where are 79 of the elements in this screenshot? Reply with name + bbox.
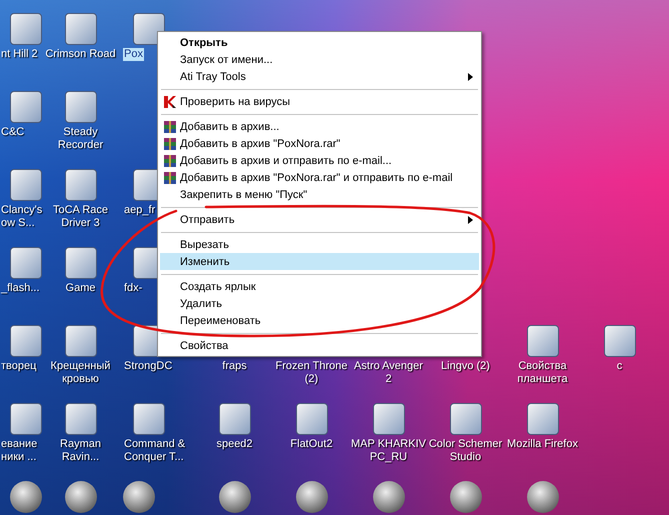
icon-label[interactable]: Frozen Throne (2)	[273, 360, 350, 386]
app-icon[interactable]	[604, 325, 636, 357]
app-icon[interactable]	[372, 403, 404, 435]
round-emblem-icon[interactable]	[372, 481, 404, 513]
app-icon[interactable]	[10, 325, 42, 357]
icon-label[interactable]: StrongDC	[123, 360, 174, 373]
icon-label[interactable]: C&C	[0, 126, 26, 139]
menu-item[interactable]: Добавить в архив...	[160, 118, 479, 135]
app-icon[interactable]	[64, 403, 96, 435]
app-icon[interactable]	[10, 403, 42, 435]
app-icon[interactable]	[64, 325, 96, 357]
submenu-arrow-icon	[468, 72, 473, 80]
app-icon[interactable]	[296, 403, 328, 435]
icon-label[interactable]: ToCA Race Driver 3	[42, 204, 119, 230]
menu-item[interactable]: Переименовать	[160, 312, 479, 329]
app-icon[interactable]	[64, 247, 96, 279]
icon-label[interactable]: Command & Conquer T...	[123, 438, 196, 464]
menu-item[interactable]: Отправить	[160, 211, 479, 228]
icon-label[interactable]: Крещенный кровью	[42, 360, 119, 386]
app-icon[interactable]	[450, 403, 482, 435]
icon-label[interactable]: nt Hill 2	[0, 48, 39, 61]
submenu-arrow-icon	[468, 216, 473, 224]
icon-label[interactable]: speed2	[215, 438, 254, 451]
menu-item[interactable]: Проверить на вирусы	[160, 93, 479, 110]
menu-item[interactable]: Ati Tray Tools	[160, 68, 479, 85]
round-emblem-icon[interactable]	[123, 481, 155, 513]
icon-label[interactable]: творец	[0, 360, 38, 373]
app-icon[interactable]	[10, 13, 42, 45]
icon-label[interactable]: fraps	[221, 360, 248, 373]
app-icon[interactable]	[64, 13, 96, 45]
app-icon[interactable]	[526, 403, 558, 435]
book-stack-icon	[163, 154, 177, 168]
icon-label[interactable]: Crimson Road	[44, 48, 117, 61]
round-emblem-icon[interactable]	[526, 481, 558, 513]
round-emblem-icon[interactable]	[10, 481, 42, 513]
icon-label[interactable]: Mozilla Firefox	[506, 438, 579, 451]
icon-label[interactable]: Steady Recorder	[42, 126, 119, 152]
icon-label[interactable]: Lingvo (2)	[440, 360, 491, 373]
menu-item[interactable]: Свойства	[160, 337, 479, 354]
app-icon[interactable]	[133, 403, 165, 435]
icon-label[interactable]: _flash...	[0, 282, 41, 295]
menu-item[interactable]: Добавить в архив "PoxNora.rar"	[160, 135, 479, 152]
round-emblem-icon[interactable]	[450, 481, 482, 513]
app-icon[interactable]	[64, 91, 96, 123]
app-icon[interactable]	[218, 403, 250, 435]
app-icon[interactable]	[10, 169, 42, 201]
menu-item[interactable]: Добавить в архив "PoxNora.rar" и отправить по e-mail	[160, 169, 479, 186]
icon-label[interactable]: Rayman Ravin...	[42, 438, 119, 464]
menu-item[interactable]: Удалить	[160, 295, 479, 312]
icon-label[interactable]: c	[616, 360, 624, 373]
menu-item[interactable]: Запуск от имени...	[160, 51, 479, 68]
menu-item[interactable]: Создать ярлык	[160, 278, 479, 295]
icon-label[interactable]: MAP KHARKIV PC_RU	[350, 438, 427, 464]
icon-label[interactable]: евание ники ...	[0, 438, 38, 464]
icon-label[interactable]: Game	[64, 282, 96, 295]
icon-label[interactable]: Clancy's ow S...	[0, 204, 44, 230]
round-emblem-icon[interactable]	[64, 481, 96, 513]
icon-label[interactable]: fdx-	[123, 282, 144, 295]
icon-label[interactable]: aep_fr	[123, 204, 156, 217]
app-icon[interactable]	[526, 325, 558, 357]
k-letter-icon	[163, 94, 177, 108]
book-stack-icon	[163, 136, 177, 150]
menu-item[interactable]: Изменить	[160, 253, 479, 270]
round-emblem-icon[interactable]	[296, 481, 328, 513]
round-emblem-icon[interactable]	[218, 481, 250, 513]
icon-label[interactable]: Свойства планшета	[504, 360, 581, 386]
menu-item[interactable]: Закрепить в меню "Пуск"	[160, 186, 479, 203]
app-icon[interactable]	[10, 91, 42, 123]
icon-label[interactable]: FlatOut2	[289, 438, 334, 451]
icon-label[interactable]: Pox	[123, 48, 144, 61]
menu-item[interactable]: Добавить в архив и отправить по e-mail...	[160, 152, 479, 169]
menu-item[interactable]: Открыть	[160, 34, 479, 51]
book-stack-icon	[163, 120, 177, 134]
app-icon[interactable]	[10, 247, 42, 279]
book-stack-icon	[163, 170, 177, 184]
app-icon[interactable]	[64, 169, 96, 201]
icon-label[interactable]: Astro Avenger 2	[350, 360, 427, 386]
menu-item[interactable]: Вырезать	[160, 236, 479, 253]
icon-label[interactable]: Color Schemer Studio	[427, 438, 504, 464]
